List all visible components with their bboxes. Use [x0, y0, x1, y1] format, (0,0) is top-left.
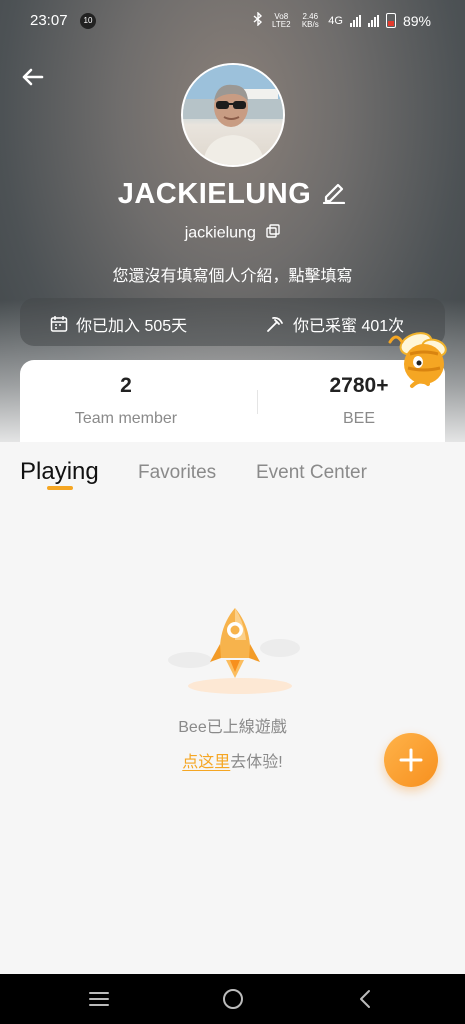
bee-label: BEE: [342, 410, 375, 427]
avatar-photo: [183, 65, 283, 165]
network-type: 4G: [328, 14, 343, 27]
network-text: Vo8 LTE2: [272, 11, 291, 29]
chevron-left-icon: [360, 990, 370, 1008]
arrow-left-icon: [22, 68, 44, 86]
back-button[interactable]: [18, 62, 48, 92]
add-button[interactable]: [384, 733, 438, 787]
system-navigation-bar: [0, 974, 465, 1024]
profile-name-row: JACKIELUNG: [0, 178, 465, 212]
active-tab-indicator: [47, 486, 73, 490]
home-circle-icon: [223, 989, 243, 1009]
joined-text: 你已加入 505天: [76, 318, 188, 335]
back-nav-button[interactable]: [354, 987, 378, 1011]
tab-content-area: Playing Favorites Event Center: [0, 442, 465, 974]
menu-icon: [89, 992, 109, 1006]
avatar[interactable]: [181, 63, 285, 167]
notification-badge: 10: [80, 13, 96, 29]
status-icons: Vo8 LTE2 2.46 KB/s 4G 89%: [253, 11, 431, 29]
plus-icon: [399, 748, 423, 772]
tab-favorites[interactable]: Favorites: [138, 462, 216, 484]
calendar-icon: [50, 316, 68, 332]
joined-stat: 你已加入 505天: [50, 312, 187, 336]
home-button[interactable]: [221, 987, 245, 1011]
battery-icon: [385, 13, 396, 28]
signal-icon-2: [367, 14, 379, 27]
handle-row: jackielung: [0, 224, 465, 243]
try-it-link[interactable]: 点这里: [182, 754, 230, 771]
speed-text: 2.46 KB/s: [301, 11, 319, 29]
display-name: JACKIELUNG: [117, 178, 312, 210]
try-it-suffix: 去体验!: [230, 754, 283, 771]
copy-icon[interactable]: [266, 224, 280, 243]
pencil-icon[interactable]: [321, 178, 347, 212]
team-count[interactable]: 2: [20, 374, 232, 398]
user-handle: jackielung: [184, 224, 256, 242]
team-label: Team member: [74, 410, 178, 427]
status-bar: 23:07 10 Vo8 LTE2 2.46 KB/s 4G 89%: [0, 0, 465, 42]
signal-icon: [349, 14, 361, 27]
membership-stats-pill: 你已加入 505天 你已采蜜 401次: [20, 298, 445, 346]
pickaxe-icon: [267, 316, 283, 332]
rocket-icon: [160, 600, 305, 700]
battery-percent: 89%: [402, 12, 431, 29]
stats-card: 2 Team member 2780+ BEE: [20, 360, 445, 450]
recent-apps-button[interactable]: [87, 987, 111, 1011]
status-time: 23:07: [30, 12, 68, 29]
tab-event-center[interactable]: Event Center: [256, 462, 367, 484]
tab-playing[interactable]: Playing: [20, 458, 99, 486]
bio-prompt[interactable]: 您還沒有填寫個人介紹，點擊填寫: [0, 262, 465, 286]
bluetooth-icon: [253, 11, 263, 29]
honey-stat: 你已采蜜 401次: [265, 312, 404, 336]
bee-mascot-icon: [388, 328, 454, 390]
